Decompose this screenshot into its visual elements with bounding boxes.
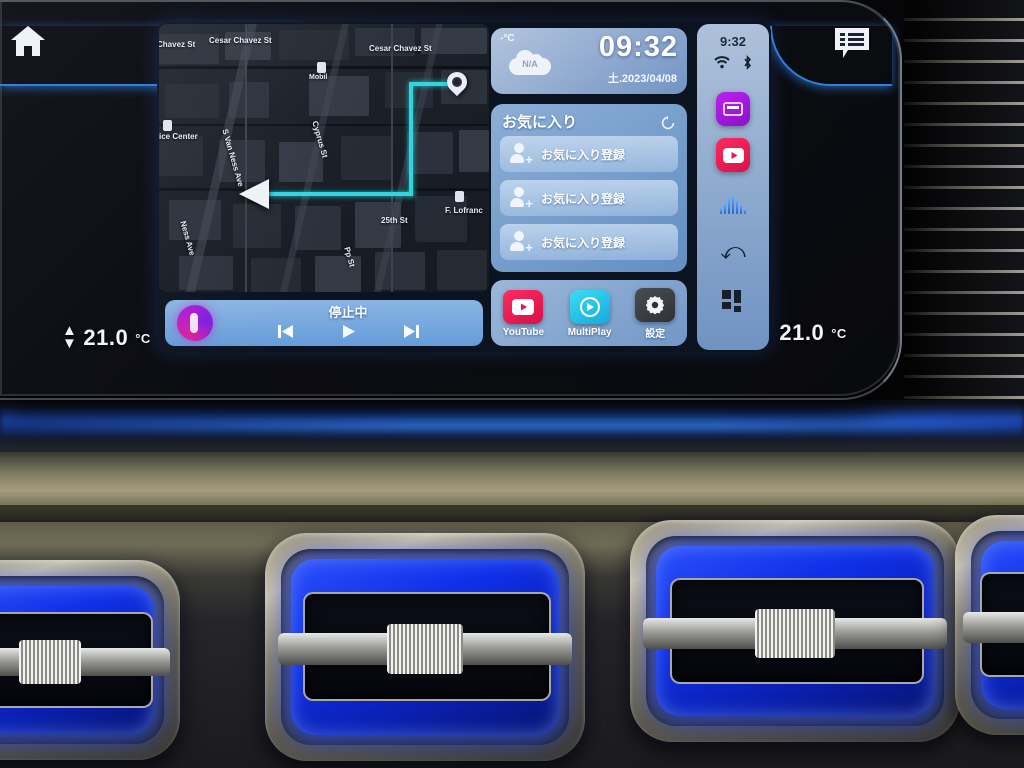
bluetooth-icon [743, 55, 751, 70]
app-label: YouTube [502, 327, 545, 338]
favorite-label: お気に入り登録 [541, 191, 626, 206]
air-vent-right[interactable] [630, 520, 960, 742]
air-vent-center[interactable] [265, 533, 585, 761]
wifi-icon [713, 56, 730, 69]
play-button[interactable] [340, 323, 357, 340]
air-vent-far-right[interactable] [955, 515, 1024, 735]
message-list-icon[interactable] [832, 26, 872, 60]
favorite-label: お気に入り登録 [541, 147, 626, 162]
map-label: Chavez St [159, 40, 196, 49]
media-status-label: 停止中 [328, 305, 368, 320]
clock-date: 土.2023/04/08 [607, 73, 677, 85]
cloud-icon: N/A [509, 50, 551, 75]
app-grid-icon[interactable] [722, 290, 744, 312]
infotainment-screen[interactable]: Chavez St Cesar Chavez St Cesar Chavez S… [157, 22, 771, 352]
add-contact-icon: + [509, 143, 533, 166]
grille-shadow [904, 0, 1024, 430]
next-track-button[interactable] [403, 323, 420, 340]
media-player-bar[interactable]: 停止中 [165, 300, 483, 346]
youtube-icon [503, 290, 544, 324]
app-youtube[interactable]: YouTube [503, 290, 544, 338]
weather-value: N/A [522, 59, 538, 69]
sidebar-clock: 9:32 [719, 34, 747, 49]
temperature-left[interactable]: ▲ ▼ 21.0 °C [62, 323, 151, 351]
map-label: F. Lofranc [445, 206, 483, 215]
ambient-light-core [0, 420, 1024, 430]
clock-weather-widget[interactable]: -°C N/A 09:32 土.2023/04/08 [491, 28, 687, 94]
navigation-map[interactable]: Chavez St Cesar Chavez St Cesar Chavez S… [159, 24, 489, 292]
favorites-panel: お気に入り + お気に入り登録 + お気に入り登録 + お気に入り登録 [491, 104, 687, 272]
app-multiplay[interactable]: MultiPlay [568, 290, 612, 338]
car-dashboard-photo: ▲▼ 21.0 °C ▲▼ 21.0 °C [0, 0, 1024, 768]
app-label: MultiPlay [567, 327, 612, 338]
clock-time: 09:32 [598, 31, 678, 63]
refresh-icon[interactable] [661, 116, 675, 130]
screen-sidebar: 9:32 ⤺ [697, 24, 769, 350]
temp-right-value: 21.0 [779, 320, 825, 345]
map-label: Mobil [309, 74, 328, 81]
sidebar-item-youtube[interactable] [716, 138, 750, 172]
temperature-right[interactable]: ▲▼ 21.0 °C [758, 318, 847, 346]
poi-marker [163, 120, 172, 131]
temp-left-value: 21.0 [83, 325, 129, 350]
map-label: 25th St [381, 216, 408, 225]
favorites-title: お気に入り [502, 114, 578, 131]
multiplay-icon [569, 290, 610, 324]
back-arrow-icon[interactable]: ⤺ [720, 240, 746, 264]
sidebar-item-hdmi[interactable] [716, 92, 750, 126]
media-center: 停止中 [213, 306, 483, 340]
air-vent-left[interactable] [0, 560, 180, 760]
favorite-row[interactable]: + お気に入り登録 [500, 180, 678, 216]
map-label: ice Center [159, 132, 198, 141]
music-orb-icon[interactable] [177, 305, 213, 341]
favorite-label: お気に入り登録 [541, 235, 626, 250]
previous-track-button[interactable] [277, 323, 294, 340]
gear-icon [635, 288, 676, 322]
app-shortcut-bar: YouTube MultiPlay 設定 [491, 280, 687, 346]
home-icon[interactable] [8, 22, 48, 60]
temp-right-unit: °C [831, 325, 847, 341]
add-contact-icon: + [509, 187, 533, 210]
vent-thumbwheel[interactable] [18, 640, 82, 684]
temp-left-unit: °C [135, 330, 151, 346]
poi-marker [317, 62, 326, 73]
vent-thumbwheel[interactable] [755, 608, 835, 658]
favorite-row[interactable]: + お気に入り登録 [500, 224, 678, 260]
status-icons [713, 55, 753, 70]
voice-waveform-icon[interactable] [720, 194, 746, 214]
weather-unit-label: -°C [500, 33, 515, 44]
app-label: 設定 [645, 329, 666, 340]
favorite-row[interactable]: + お気に入り登録 [500, 136, 678, 172]
map-label: Cesar Chavez St [369, 44, 432, 53]
temp-stepper-left-icon[interactable]: ▲ ▼ [62, 323, 77, 350]
vent-louver[interactable] [963, 611, 1024, 643]
add-contact-icon: + [509, 231, 533, 254]
vent-thumbwheel[interactable] [386, 624, 464, 675]
app-settings[interactable]: 設定 [635, 288, 676, 340]
map-label: Cesar Chavez St [209, 36, 272, 45]
poi-marker [455, 191, 464, 202]
media-controls [277, 323, 420, 340]
widget-column: -°C N/A 09:32 土.2023/04/08 お気に入り + お気に入り… [491, 24, 691, 350]
